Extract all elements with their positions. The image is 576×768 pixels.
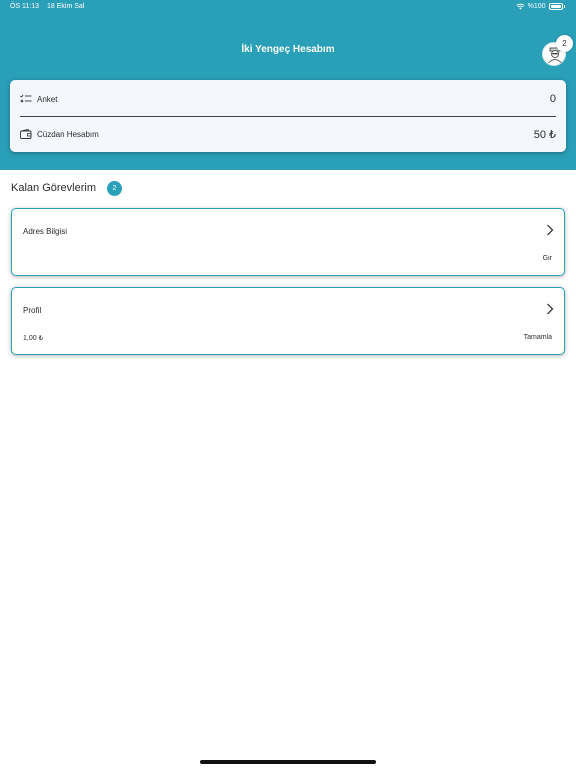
balance-summary-card: Anket 0 Cüzdan Hesabım 50 ₺ — [10, 80, 566, 152]
survey-row[interactable]: Anket 0 — [20, 82, 556, 116]
task-card-address[interactable]: Adres Bilgisi Gir — [11, 208, 565, 276]
status-date: 18 Ekim Sal — [47, 3, 85, 10]
home-indicator[interactable] — [200, 760, 376, 764]
checklist-icon — [20, 94, 32, 103]
chevron-right-icon — [547, 303, 554, 315]
wallet-value: 50 ₺ — [533, 128, 556, 141]
wallet-label: Cüzdan Hesabım — [37, 129, 99, 139]
notification-badge[interactable]: 2 — [556, 35, 573, 52]
task-title: Profil — [23, 306, 42, 315]
status-time: ÖS 11:13 — [10, 3, 40, 10]
chevron-right-icon — [547, 224, 554, 236]
tasks-section-title: Kalan Görevlerim — [11, 182, 96, 194]
task-action-enter[interactable]: Gir — [543, 255, 552, 262]
wallet-icon — [20, 129, 32, 139]
task-amount: 1,00 ₺ — [23, 335, 44, 342]
survey-label: Anket — [37, 94, 58, 104]
battery-tip — [563, 5, 565, 8]
tasks-count-badge: 2 — [107, 181, 122, 196]
battery-percent: %100 — [527, 3, 546, 10]
task-title: Adres Bilgisi — [23, 227, 68, 236]
task-card-profile[interactable]: Profil 1,00 ₺ Tamamla — [11, 287, 565, 355]
wallet-row[interactable]: Cüzdan Hesabım 50 ₺ — [20, 117, 556, 151]
survey-value: 0 — [549, 93, 556, 105]
task-action-complete[interactable]: Tamamla — [524, 334, 552, 341]
wifi-icon — [516, 3, 525, 10]
battery-icon — [548, 3, 563, 10]
status-bar: ÖS 11:13 18 Ekim Sal %100 — [0, 0, 576, 14]
page-title: İki Yengeç Hesabım — [241, 44, 335, 55]
